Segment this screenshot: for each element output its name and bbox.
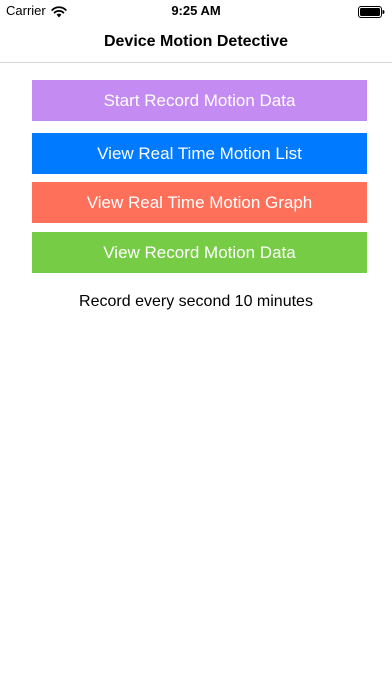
view-real-time-motion-graph-button[interactable]: View Real Time Motion Graph bbox=[32, 182, 367, 223]
view-real-time-motion-list-button[interactable]: View Real Time Motion List bbox=[32, 133, 367, 174]
status-time: 9:25 AM bbox=[171, 3, 221, 18]
start-record-motion-data-button[interactable]: Start Record Motion Data bbox=[32, 80, 367, 121]
battery-icon bbox=[358, 5, 385, 18]
navigation-bar: Device Motion Detective bbox=[0, 22, 392, 63]
page-title: Device Motion Detective bbox=[103, 33, 289, 50]
status-bar: Carrier 9:25 AM bbox=[0, 0, 392, 22]
record-interval-label: Record every second 10 minutes bbox=[79, 293, 313, 310]
view-record-motion-data-button[interactable]: View Record Motion Data bbox=[32, 232, 367, 273]
